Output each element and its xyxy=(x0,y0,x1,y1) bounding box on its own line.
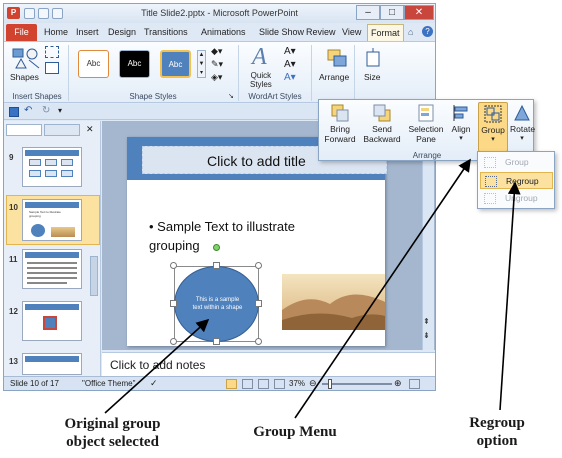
arrow-to-regroup-option xyxy=(499,181,521,411)
caption-regroup-option: Regroup option xyxy=(469,415,525,449)
caption-original-group: Original group object selected xyxy=(64,416,161,450)
callout-arrows xyxy=(104,158,521,419)
caption-group-menu: Group Menu xyxy=(253,424,337,440)
arrow-to-group-menu xyxy=(294,158,471,419)
arrow-to-group-object xyxy=(104,318,210,414)
